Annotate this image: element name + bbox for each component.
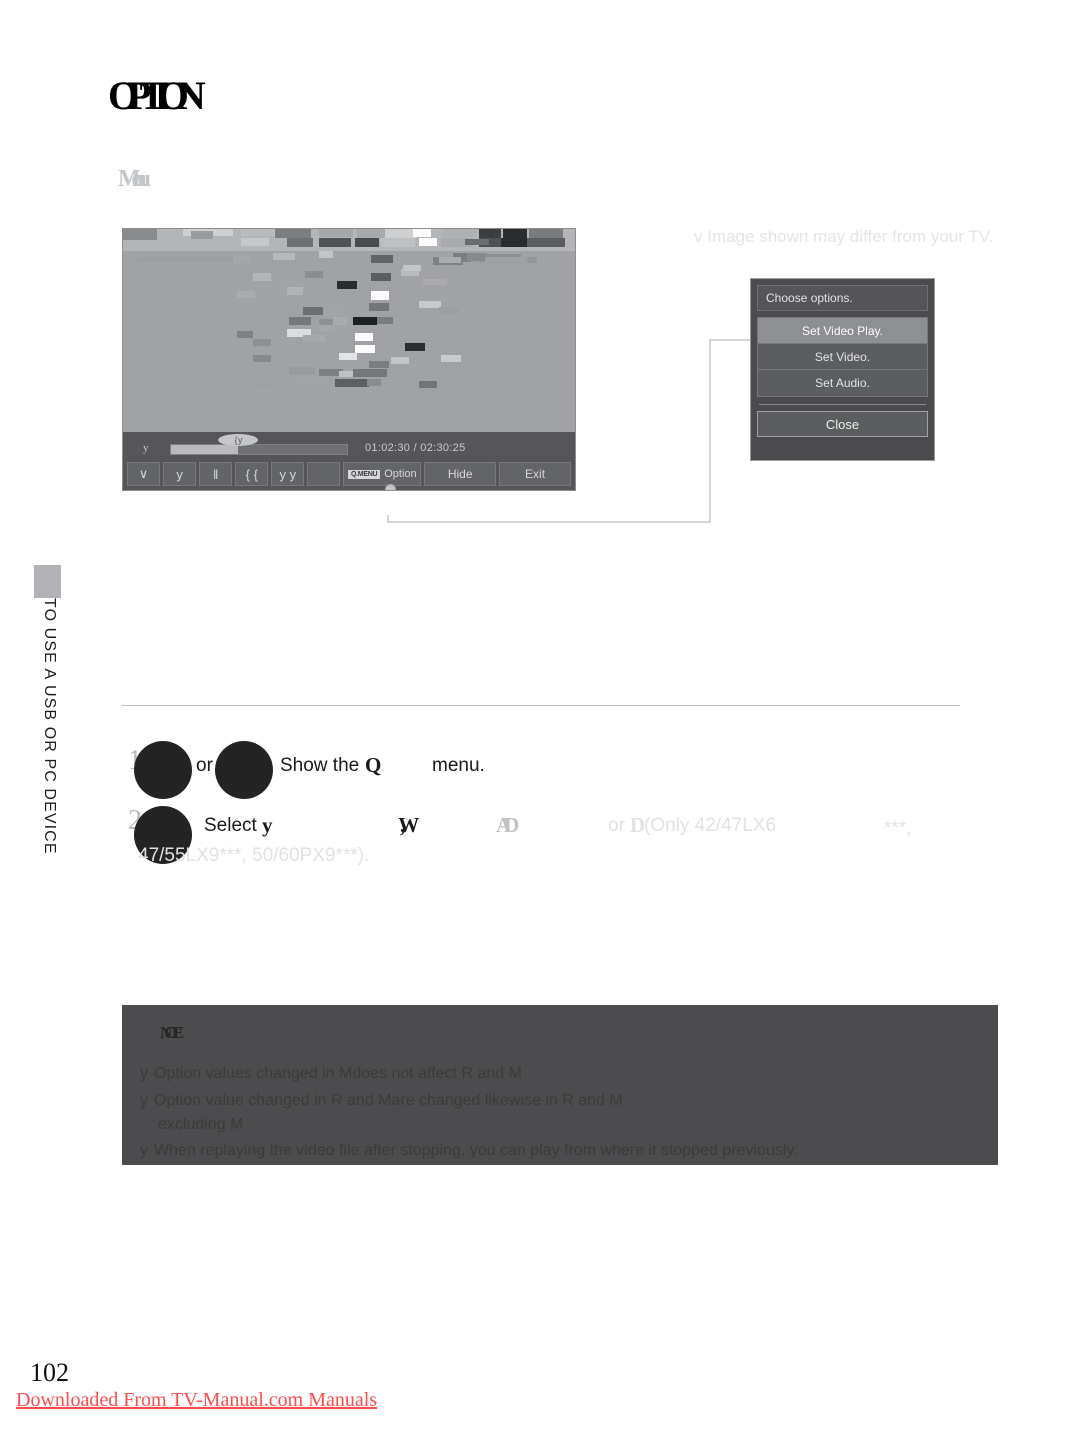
dialog-divider (759, 404, 926, 405)
section-subheading: Menu (118, 166, 151, 192)
step-2-glyph-2: ,W (400, 813, 419, 837)
menu-item-set-audio[interactable]: Set Audio. (758, 370, 927, 396)
menu-item-set-video[interactable]: Set Video. (758, 344, 927, 370)
footer-download-link[interactable]: Downloaded From TV-Manual.com Manuals (16, 1389, 377, 1412)
rewind-button[interactable]: { { (235, 462, 269, 486)
fast-forward-button[interactable]: y y (271, 462, 305, 486)
step-1-knob-left-icon (134, 741, 192, 799)
step-2-models-1: (Only 42/47LX6 (644, 815, 777, 836)
option-label: Option (384, 468, 417, 480)
close-button[interactable]: Close (757, 411, 928, 437)
step-1-or-label: or (196, 755, 213, 776)
image-disclaimer-note: v Image shown may differ from your TV. (694, 227, 994, 246)
pause-button[interactable]: ‖ (199, 462, 233, 486)
note-bullet-3: y (140, 1142, 148, 1159)
note-bullet-1: y (140, 1065, 148, 1082)
progress-thumb[interactable]: { y (218, 434, 258, 446)
transport-buttons: ∨ y ‖ { { y y Q.MENU Option Hide Exit (127, 462, 572, 486)
page-number: 102 (30, 1358, 69, 1387)
note-line-3: When replaying the video file after stop… (154, 1142, 798, 1159)
option-button[interactable]: Q.MENU Option (343, 462, 422, 486)
step-2-or-label: or (608, 815, 625, 836)
sidebar-marker-block (34, 565, 61, 598)
step-2-glyph-4: D (630, 813, 645, 837)
note-line-1: Option values changed in Mdoes not affec… (154, 1065, 522, 1082)
callout-anchor-dot (385, 484, 396, 490)
dialog-option-list: Set Video Play. Set Video. Set Audio. (757, 317, 928, 397)
step-1-knob-right-icon (215, 741, 273, 799)
page-title: OPTION (108, 73, 206, 118)
note-label: NOTE (160, 1023, 184, 1042)
step-1-glyph: Q (365, 753, 382, 777)
progress-bar[interactable] (170, 444, 348, 455)
manual-page: OPTION Menu v Image shown may differ fro… (0, 0, 1080, 1440)
dialog-title: Choose options. (757, 285, 928, 311)
progress-row: y { y 01:02:30 / 02:30:25 (123, 434, 575, 460)
qmenu-badge: Q.MENU (348, 469, 381, 479)
step-2-text: Select (204, 815, 257, 836)
blank-button[interactable] (307, 462, 341, 486)
progress-left-marker: y (143, 442, 149, 454)
stop-button[interactable]: ∨ (127, 462, 161, 486)
note-line-2-continuation: excluding M (158, 1116, 244, 1133)
player-control-bar: y { y 01:02:30 / 02:30:25 ∨ y ‖ { { y y … (123, 432, 575, 490)
playback-time: 01:02:30 / 02:30:25 (365, 442, 466, 454)
step-2-glyph-1: y (262, 813, 272, 837)
exit-button[interactable]: Exit (499, 462, 572, 486)
content-divider (122, 705, 960, 706)
hide-button[interactable]: Hide (424, 462, 497, 486)
menu-item-set-video-play[interactable]: Set Video Play. (758, 318, 927, 344)
step-2-glyph-3: AD (496, 813, 519, 837)
note-bullet-2: y (140, 1092, 148, 1109)
step-2-models-2: 47/55LX9***, 50/60PX9***). (138, 845, 370, 866)
tv-screenshot: y { y 01:02:30 / 02:30:25 ∨ y ‖ { { y y … (122, 228, 576, 491)
note-line-2: Option value changed in R and Mare chang… (154, 1092, 623, 1109)
step-1-text-tail: menu. (432, 755, 485, 776)
play-button[interactable]: y (163, 462, 197, 486)
note-box: NOTE y Option values changed in Mdoes no… (122, 1005, 998, 1165)
options-dialog: Choose options. Set Video Play. Set Vide… (750, 278, 935, 461)
sidebar-section-label: TO USE A USB OR PC DEVICE (41, 598, 58, 855)
step-1-text: Show the (280, 755, 360, 776)
callout-connector (387, 339, 750, 523)
step-2-stars: ***, (884, 818, 912, 839)
progress-fill (171, 445, 238, 454)
